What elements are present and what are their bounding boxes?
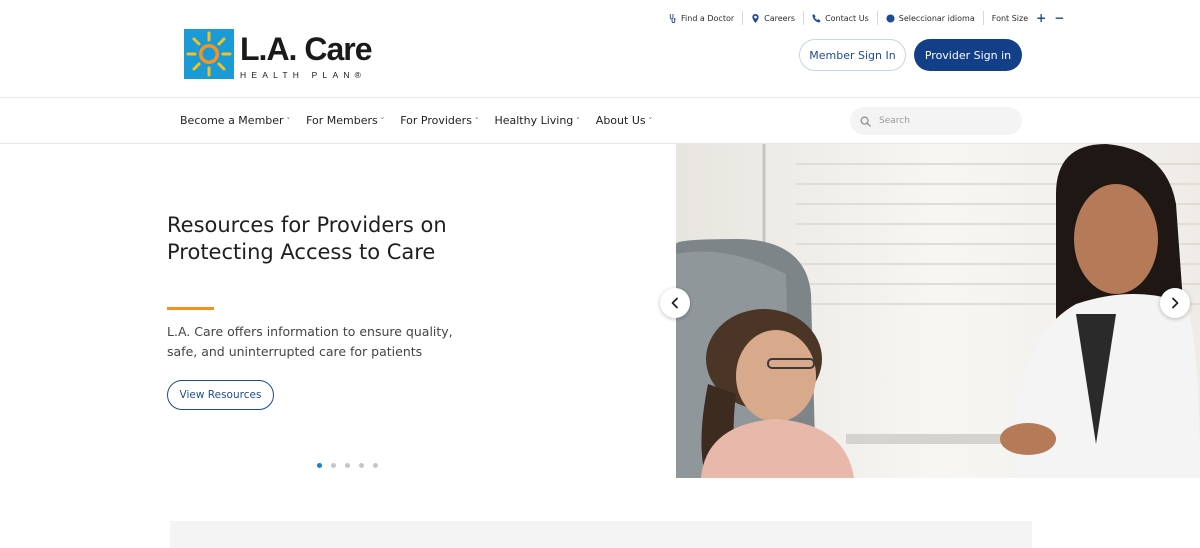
font-decrease-button[interactable]: − <box>1054 12 1064 24</box>
location-pin-icon <box>752 13 759 23</box>
la-care-logo[interactable]: L.A. Care HEALTH PLAN® <box>184 29 372 80</box>
chevron-down-icon: ˅ <box>576 116 580 125</box>
find-doctor-label: Find a Doctor <box>681 13 735 23</box>
contact-us-label: Contact Us <box>825 13 869 23</box>
sun-logo-icon <box>184 29 234 79</box>
find-doctor-link[interactable]: Find a Doctor <box>668 11 744 25</box>
nav-menu: Become a Member ˅ For Members ˅ For Prov… <box>180 98 652 143</box>
chevron-down-icon: ˅ <box>380 116 385 125</box>
carousel-dot-4[interactable] <box>359 463 364 468</box>
chevron-down-icon: ˅ <box>648 116 653 125</box>
nav-item-label: About Us <box>595 114 646 127</box>
carousel-dot-3[interactable] <box>345 463 350 468</box>
logo-subtitle: HEALTH PLAN® <box>240 70 367 80</box>
language-label: Seleccionar idioma <box>898 13 975 23</box>
accent-divider <box>167 307 214 310</box>
carousel-dot-5[interactable] <box>373 463 378 468</box>
globe-icon <box>886 13 895 23</box>
content-section-top <box>170 521 1032 548</box>
utility-bar: Find a Doctor Careers Contact Us Selecci… <box>668 11 1064 25</box>
phone-icon <box>812 13 821 23</box>
font-size-control: Font Size + − <box>984 11 1065 25</box>
chevron-right-icon <box>1172 297 1179 309</box>
hero-description: L.A. Care offers information to ensure q… <box>167 324 453 359</box>
chevron-left-icon <box>671 297 678 309</box>
carousel-pagination <box>317 463 378 468</box>
member-sign-in-button[interactable]: Member Sign In <box>799 39 906 71</box>
chevron-down-icon: ˅ <box>474 116 479 125</box>
nav-item-for-providers[interactable]: For Providers ˅ <box>400 114 478 127</box>
hero-title: Resources for Providers on Protecting Ac… <box>167 213 447 264</box>
search-input[interactable] <box>879 116 1009 126</box>
nav-item-healthy-living[interactable]: Healthy Living ˅ <box>494 114 579 127</box>
contact-us-link[interactable]: Contact Us <box>804 11 878 25</box>
careers-label: Careers <box>764 13 796 23</box>
logo-text: L.A. Care HEALTH PLAN® <box>240 29 372 80</box>
nav-item-about-us[interactable]: About Us ˅ <box>596 114 652 127</box>
language-selector[interactable]: Seleccionar idioma <box>878 11 984 25</box>
carousel-prev-button[interactable] <box>660 288 690 318</box>
nav-item-become-a-member[interactable]: Become a Member ˅ <box>180 114 290 127</box>
view-resources-button[interactable]: View Resources <box>167 380 274 410</box>
nav-item-label: For Providers <box>400 114 472 127</box>
search-box <box>850 107 1022 135</box>
careers-link[interactable]: Careers <box>743 11 805 25</box>
provider-sign-in-button[interactable]: Provider Sign in <box>914 39 1022 71</box>
nav-item-label: For Members <box>306 114 378 127</box>
nav-item-for-members[interactable]: For Members ˅ <box>306 114 384 127</box>
nav-item-label: Become a Member <box>180 114 284 127</box>
logo-name: L.A. Care <box>240 31 372 67</box>
font-size-label: Font Size <box>991 13 1029 23</box>
search-icon[interactable] <box>860 116 871 127</box>
carousel-next-button[interactable] <box>1160 288 1190 318</box>
nav-item-label: Healthy Living <box>494 114 574 127</box>
chevron-down-icon: ˅ <box>286 116 291 125</box>
stethoscope-icon <box>669 13 676 23</box>
font-increase-button[interactable]: + <box>1036 12 1046 24</box>
carousel-dot-1[interactable] <box>317 463 322 468</box>
hero-photo-doctor-and-patient <box>676 144 1200 478</box>
main-navigation: Become a Member ˅ For Members ˅ For Prov… <box>0 97 1200 144</box>
carousel-dot-2[interactable] <box>331 463 336 468</box>
